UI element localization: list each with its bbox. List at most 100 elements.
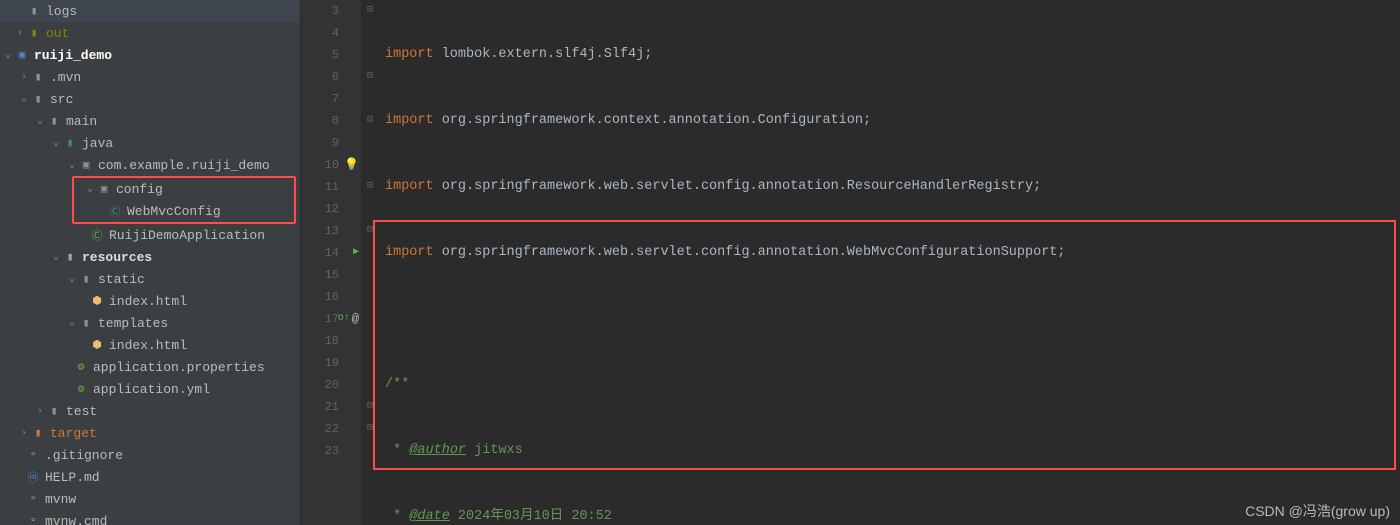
intention-bulb-icon[interactable]: 💡 [344,154,359,176]
line-number: 4 [301,22,361,44]
file-icon: ▫ [26,492,40,506]
tree-folder-test[interactable]: ›▮test [0,400,300,422]
tree-label: index.html [109,338,187,353]
folder-icon: ▮ [79,316,93,330]
line-number: 9 [301,132,361,154]
tree-folder-mvn[interactable]: ›▮.mvn [0,66,300,88]
tree-package[interactable]: ⌄▣com.example.ruiji_demo [0,154,300,176]
config-highlight-box: ⌄▣config ⒸWebMvcConfig [72,176,296,224]
tree-label: ruiji_demo [34,48,112,63]
source-folder-icon: ▮ [63,136,77,150]
tree-label: mvnw.cmd [45,514,107,525]
tree-label: static [98,272,145,287]
tree-label: HELP.md [45,470,100,485]
project-tree[interactable]: ▮logs ›▮out ⌄▣ruiji_demo ›▮.mvn ⌄▮src ⌄▮… [0,0,301,525]
html-icon: ⬢ [90,294,104,308]
line-number: 8 [301,110,361,132]
yaml-icon: ⚙ [74,382,88,396]
code-line[interactable]: import lombok.extern.slf4j.Slf4j; [385,44,1400,66]
folder-icon: ▮ [31,70,45,84]
line-number: 14▶ [301,242,361,264]
tree-label: WebMvcConfig [127,204,221,219]
tree-folder-resources[interactable]: ⌄▮resources [0,246,300,268]
line-number: 10💡 [301,154,361,176]
tree-folder-out[interactable]: ›▮out [0,22,300,44]
run-class-icon[interactable]: ▶ [353,242,359,264]
tree-label: .gitignore [45,448,123,463]
line-number: 11 [301,176,361,198]
tree-label: mvnw [45,492,76,507]
line-number: 7 [301,88,361,110]
line-number: 12 [301,198,361,220]
code-editor[interactable]: 3 4 5 6 7 8 9 10💡 11 12 13 14▶ 15 16 17o… [301,0,1400,525]
folder-icon: ▮ [79,272,93,286]
line-number: 20 [301,374,361,396]
tree-label: application.properties [93,360,265,375]
folder-icon: ▮ [27,26,41,40]
annotation-gutter-icon[interactable]: @ [352,308,359,330]
code-line[interactable]: import org.springframework.context.annot… [385,110,1400,132]
package-icon: ▣ [79,158,93,172]
tree-file-index2[interactable]: ⬢ index.html [0,334,300,356]
tree-file-appyml[interactable]: ⚙ application.yml [0,378,300,400]
class-icon: Ⓒ [108,204,122,218]
tree-file-gitignore[interactable]: ▫ .gitignore [0,444,300,466]
line-number-gutter: 3 4 5 6 7 8 9 10💡 11 12 13 14▶ 15 16 17o… [301,0,361,525]
tree-label: java [82,136,113,151]
folder-icon: ▮ [27,4,41,18]
tree-label: templates [98,316,168,331]
tree-label: com.example.ruiji_demo [98,158,270,173]
markdown-icon: ⓜ [26,470,40,484]
tree-label: logs [46,4,77,19]
tree-label: target [50,426,97,441]
tree-folder-main[interactable]: ⌄▮main [0,110,300,132]
watermark: CSDN @冯浩(grow up) [1245,501,1390,521]
tree-label: config [116,182,163,197]
class-icon: Ⓒ [90,228,104,242]
tree-package-config[interactable]: ⌄▣config [74,178,294,200]
tree-folder-src[interactable]: ⌄▮src [0,88,300,110]
code-area[interactable]: import lombok.extern.slf4j.Slf4j; import… [379,0,1400,525]
line-number: 6 [301,66,361,88]
code-line[interactable]: import org.springframework.web.servlet.c… [385,176,1400,198]
override-icon[interactable]: o↑ [338,308,350,330]
code-line[interactable]: /** [385,374,1400,396]
tree-class-app[interactable]: Ⓒ RuijiDemoApplication [0,224,300,246]
tree-label: out [46,26,69,41]
line-number: 5 [301,44,361,66]
line-number: 23 [301,440,361,462]
line-number: 15 [301,264,361,286]
excluded-folder-icon: ▮ [31,426,45,440]
file-icon: ▫ [26,448,40,462]
tree-folder-logs[interactable]: ▮ logs [0,0,300,22]
code-line[interactable]: import org.springframework.web.servlet.c… [385,242,1400,264]
tree-folder-templates[interactable]: ⌄▮templates [0,312,300,334]
line-number: 19 [301,352,361,374]
tree-folder-java[interactable]: ⌄▮java [0,132,300,154]
tree-project-root[interactable]: ⌄▣ruiji_demo [0,44,300,66]
tree-file-mvnwcmd[interactable]: ▫mvnw.cmd [0,510,300,525]
code-line[interactable]: * @author jitwxs [385,440,1400,462]
tree-folder-target[interactable]: ›▮target [0,422,300,444]
tree-file-help[interactable]: ⓜ HELP.md [0,466,300,488]
fold-gutter[interactable]: ⊟⊟ ⊟⊟ ⊟ ⊟⊟ [361,0,379,525]
tree-label: .mvn [50,70,81,85]
tree-class-webmvcconfig[interactable]: Ⓒ WebMvcConfig [74,200,294,222]
tree-folder-static[interactable]: ⌄▮static [0,268,300,290]
html-icon: ⬢ [90,338,104,352]
tree-label: application.yml [93,382,210,397]
line-number: 21 [301,396,361,418]
line-number: 18 [301,330,361,352]
resources-folder-icon: ▮ [63,250,77,264]
tree-file-mvnw[interactable]: ▫ mvnw [0,488,300,510]
tree-label: src [50,92,73,107]
line-number: 3 [301,0,361,22]
tree-label: RuijiDemoApplication [109,228,265,243]
tree-label: resources [82,250,152,265]
tree-file-appprop[interactable]: ⚙application.properties [0,356,300,378]
tree-file-index1[interactable]: ⬢index.html [0,290,300,312]
folder-icon: ▮ [31,92,45,106]
code-line[interactable] [385,308,1400,330]
line-number: 17o↑@ [301,308,361,330]
package-icon: ▣ [97,182,111,196]
